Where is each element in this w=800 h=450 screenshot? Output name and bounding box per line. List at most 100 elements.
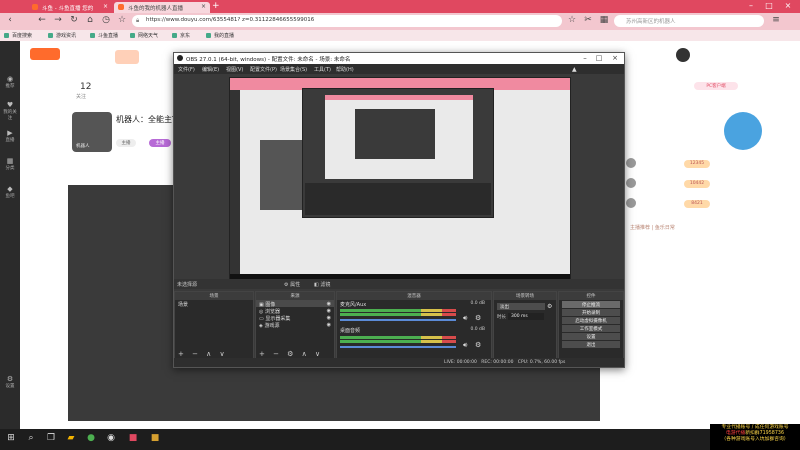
studio-mode-button[interactable]: 工作室模式 [562,325,620,332]
minimize-icon[interactable]: – [744,1,758,10]
event-icon[interactable] [724,112,762,150]
menu-help[interactable]: 帮助(H) [336,66,354,73]
bookmark-item[interactable]: 百度搜索 [4,32,32,39]
left-sidebar: ◉ 推荐 ♥ 我的关注 ▶ 直播 ▦ 分类 ◆ 鱼吧 ⚙ 设置 [0,41,20,429]
volume-meter [340,340,456,343]
dock-header: 控件 [559,292,623,300]
star-icon[interactable]: ☆ [116,15,128,27]
speaker-icon[interactable]: 🔊︎ [463,314,467,323]
stat-label: 关注 [76,94,87,100]
task-view-icon[interactable]: ❐ [44,433,58,446]
address-bar[interactable]: 🔒︎ https://www.douyu.com/6355481? z=0.31… [132,15,562,27]
gear-icon[interactable]: ⚙ [475,341,481,349]
rank-value: 10442 [684,180,710,188]
source-item[interactable]: ▣ 图像 ◉ [256,300,334,308]
tab-room[interactable]: 斗鱼的我的机器人直播 × [114,2,210,13]
sidebar-item-follow[interactable]: ♥ 我的关注 [2,101,18,121]
volume-slider[interactable] [340,346,456,348]
add-remove-controls[interactable]: + − ⚙ ∧ ∨ [259,350,323,358]
close-icon[interactable]: × [201,3,206,10]
volume-meter [340,313,456,316]
rank-value: 8421 [684,200,710,208]
visibility-icon[interactable]: ◉ [327,322,331,328]
speaker-icon[interactable]: 🔊︎ [463,341,467,350]
start-recording-button[interactable]: 开始录制 [562,309,620,316]
explorer-icon[interactable]: ▰ [64,433,78,446]
close-icon[interactable]: × [608,54,622,62]
close-window-icon[interactable]: × [781,1,795,10]
sidebar-item-recommend[interactable]: ◉ 推荐 [2,75,18,89]
menu-icon[interactable]: ≡ [770,15,782,27]
bookmark-item[interactable]: 京东 [172,32,190,39]
settings-button[interactable]: 设置 [562,333,620,340]
chrome-icon[interactable]: ● [84,433,98,446]
windows-icon[interactable]: ⊞ [4,433,18,446]
source-item[interactable]: ◈ 游戏源 ◉ [256,321,334,329]
source-item[interactable]: ◎ 浏览器 ◉ [256,307,334,315]
scene-item[interactable]: 场景 [175,300,253,308]
menu-scene-collection[interactable]: 场景集合(S) [280,66,307,73]
search-icon[interactable]: ⌕ [24,433,38,446]
gear-icon[interactable]: ⚙ [547,303,552,310]
menu-profile[interactable]: 配置文件(P) [250,66,277,73]
tab-douyu[interactable]: 斗鱼 - 斗鱼直播 您的 × [28,2,112,13]
home-icon[interactable]: ⌂ [84,15,96,27]
transitions-dock: 场景转场 淡出 ⚙ 时长 300 ms [493,291,557,361]
minimize-icon[interactable]: – [578,54,592,62]
cut-icon[interactable]: ✂ [582,15,594,27]
gear-icon[interactable]: ⚙ [475,314,481,322]
stop-streaming-button[interactable]: 停止推流 [562,301,620,308]
sidebar-item-yuba[interactable]: ◆ 鱼吧 [2,185,18,199]
bookmark-item[interactable]: 我的直播 [206,32,234,39]
duration-label: 时长 [497,315,506,320]
back-icon[interactable]: ‹ [4,15,16,27]
duration-input[interactable]: 300 ms [508,313,544,320]
add-remove-controls[interactable]: + − ∧ ∨ [178,350,228,358]
volume-meter [340,309,456,312]
browser-tab-bar: 斗鱼 - 斗鱼直播 您的 × 斗鱼的我的机器人直播 × + – □ × [0,0,800,13]
preview-nested [325,95,473,179]
grid-icon[interactable]: ▦ [598,15,610,27]
source-item[interactable]: ▭ 显示器采集 ◉ [256,314,334,322]
preview-docks [305,183,491,215]
bookmark-item[interactable]: 斗鱼直播 [90,32,118,39]
tab-label: 斗鱼 - 斗鱼直播 您的 [42,6,94,12]
new-tab-icon[interactable]: + [212,1,220,11]
dock-header: 场景转场 [494,292,556,300]
pc-client-button[interactable]: PC客户端 [694,82,738,90]
user-avatar[interactable] [676,48,690,62]
properties-button[interactable]: ⚙ 属性 [284,281,300,288]
search-input[interactable]: 苏州高新区的机器人 [614,15,764,27]
footer-text: 主播推荐 | 鱼乐日常 [630,225,675,231]
sidebar-item-live[interactable]: ▶ 直播 [2,129,18,143]
forward-icon[interactable]: → [52,15,64,27]
menu-file[interactable]: 文件(F) [178,66,195,73]
douyu-logo[interactable] [30,48,60,60]
refresh-icon[interactable]: ↻ [68,15,80,27]
history-icon[interactable]: ◷ [100,15,112,27]
menu-tools[interactable]: 工具(T) [314,66,331,73]
obs-preview[interactable] [229,77,571,287]
obs-icon[interactable]: ◉ [104,433,118,446]
bookmark-item[interactable]: 网络天气 [130,32,158,39]
sidebar-item-category[interactable]: ▦ 分类 [2,157,18,171]
bookmark-item[interactable]: 游戏资讯 [48,32,76,39]
badge: 主播 [116,139,136,147]
menu-view[interactable]: 视图(V) [226,66,243,73]
close-icon[interactable]: × [103,3,108,10]
virtual-camera-button[interactable]: 启动虚拟摄像机 [562,317,620,324]
app-icon[interactable]: ■ [126,433,140,446]
sidebar-item-settings[interactable]: ⚙ 设置 [2,375,18,389]
obs-title-bar: OBS 27.0.1 (64-bit, windows) - 配置文件: 未命名… [174,53,624,64]
maximize-icon[interactable]: □ [762,1,776,10]
back-icon[interactable]: ← [36,15,48,27]
maximize-icon[interactable]: □ [592,54,606,62]
transition-select[interactable]: 淡出 [497,303,545,310]
cpu-status: CPU: 0.7%, 60.00 fps [517,360,566,365]
app2-icon[interactable]: ■ [148,433,162,446]
menu-edit[interactable]: 编辑(E) [202,66,219,73]
exit-button[interactable]: 退出 [562,341,620,348]
bookmark-star-icon[interactable]: ☆ [566,15,578,27]
filters-button[interactable]: ◧ 滤镜 [314,281,330,288]
volume-slider[interactable] [340,319,456,321]
